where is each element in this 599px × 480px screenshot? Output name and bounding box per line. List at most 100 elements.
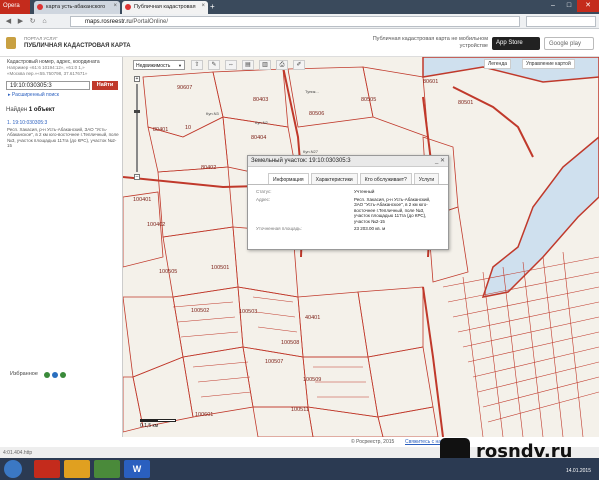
find-button[interactable]: Найти <box>92 81 118 90</box>
emblem-logo[interactable] <box>6 37 16 49</box>
copyright: © Росреестр, 2015 <box>351 439 395 445</box>
tab-close-icon[interactable]: × <box>113 3 117 9</box>
portal-title[interactable]: ПУБЛИЧНАЯ КАДАСТРОВАЯ КАРТА <box>24 43 131 49</box>
parcel-label: 80505 <box>361 97 377 103</box>
extended-search-link[interactable]: ▸ Расширенный поиск <box>8 92 59 98</box>
tab-label: карта усть-абаканского <box>46 4 106 10</box>
parcel-label: 100508 <box>281 340 300 346</box>
info-key: Уточненная площадь: <box>256 226 302 231</box>
url-path: /PortalOnline/ <box>131 19 169 25</box>
search-panel: Кадастровый номер, адрес, координата Нап… <box>0 57 123 437</box>
favorites-label[interactable]: Избранное <box>10 371 38 377</box>
favorites-share-icon[interactable] <box>60 372 66 378</box>
start-button-icon[interactable] <box>4 460 22 478</box>
taskbar-word-icon[interactable]: W <box>124 460 150 478</box>
popup-body: Статус: Учтенный Адрес: Респ. Хакасия, р… <box>248 185 448 245</box>
parcel-label: 80601 <box>423 79 439 85</box>
result-address: Респ. Хакасия, р-н Усть-Абаканский, ЗАО … <box>7 126 119 149</box>
tab-who-serves[interactable]: Кто обслуживает? <box>359 173 412 184</box>
main-roads <box>123 66 444 437</box>
zoom-out-icon[interactable]: – <box>134 174 140 180</box>
taskbar-explorer-icon[interactable] <box>64 460 90 478</box>
popup-controls[interactable]: _ ✕ <box>435 157 445 164</box>
zoom-in-icon[interactable]: + <box>134 76 140 82</box>
map-scale: 0 1,5 км <box>140 419 176 429</box>
legend-button[interactable]: Легенда <box>484 59 512 69</box>
taskbar-opera-icon[interactable] <box>34 460 60 478</box>
popup-title: Земельный участок: 19:10:030305:3 <box>251 158 351 164</box>
cadastral-search-input[interactable]: 19:10:030305:3 <box>6 81 90 90</box>
forward-icon[interactable]: ▶ <box>16 17 25 26</box>
browser-menu-button[interactable]: Opera <box>0 0 30 14</box>
info-row-status: Статус: Учтенный <box>256 189 440 195</box>
taskbar-app-icon[interactable] <box>94 460 120 478</box>
parcel-label: 100501 <box>211 265 230 271</box>
maximize-button[interactable]: □ <box>561 0 577 12</box>
edit-icon[interactable]: ✐ <box>293 60 305 70</box>
road-label: Куп.N27 <box>303 149 318 154</box>
url-field[interactable]: maps.rosreestr.ru/PortalOnline/ <box>70 16 520 27</box>
favorites-add-icon[interactable] <box>44 372 50 378</box>
parcel-info-popup: Земельный участок: 19:10:030305:3 _ ✕ Ин… <box>247 155 449 250</box>
layer-select[interactable]: Недвижимость ▼ <box>133 60 185 70</box>
layers-tool-icon[interactable]: ▤ <box>242 60 254 70</box>
zoom-slider-knob[interactable] <box>134 110 140 113</box>
tab-cadastral-map[interactable]: Публичная кадастровая × <box>122 1 208 14</box>
back-icon[interactable]: ◀ <box>4 17 13 26</box>
windows-taskbar: W 14.01.2015 <box>0 458 599 480</box>
parcel-label: 80401 <box>153 127 169 133</box>
map-management-button[interactable]: Управление картой <box>522 59 575 69</box>
area-tool-icon[interactable]: ▥ <box>259 60 271 70</box>
parcel-label: 90607 <box>177 85 193 91</box>
browser-search-field[interactable] <box>526 16 596 27</box>
tab-search-results[interactable]: карта усть-абаканского × <box>34 1 120 14</box>
parcel-label: 100502 <box>191 308 210 314</box>
popup-tabs: Информация Характеристики Кто обслуживае… <box>248 167 448 185</box>
info-value: 23 203.00 кв. м <box>354 226 386 231</box>
new-tab-button[interactable]: + <box>210 3 220 12</box>
tab-information[interactable]: Информация <box>268 173 309 184</box>
info-value: Учтенный <box>354 189 375 194</box>
measure-tool-icon[interactable]: ⇔ <box>225 60 237 70</box>
parcel-label: 100503 <box>239 309 258 315</box>
road-label: Куп.N3 <box>206 111 219 116</box>
road-label: Куп.N2 <box>255 120 268 125</box>
parcel-label: 100601 <box>195 412 214 418</box>
zoom-control: + – <box>134 76 140 180</box>
site-header: ПОРТАЛ УСЛУГ ПУБЛИЧНАЯ КАДАСТРОВАЯ КАРТА… <box>0 29 599 57</box>
tab-characteristics[interactable]: Характеристики <box>310 173 358 184</box>
parcel-label: 100507 <box>265 359 284 365</box>
reload-icon[interactable]: ↻ <box>28 17 37 26</box>
tab-label: Публичная кадастровая <box>134 4 196 10</box>
parcel-label: 100401 <box>133 197 152 203</box>
search-hint: Кадастровый номер, адрес, координата Нап… <box>7 59 119 77</box>
taskbar-clock: 14.01.2015 <box>565 468 591 474</box>
layer-select-value: Недвижимость <box>136 63 171 69</box>
select-tool-icon[interactable]: ⇧ <box>191 60 203 70</box>
parcel-label: 80403 <box>253 97 269 103</box>
app-store-badge[interactable]: App Store <box>492 37 540 50</box>
parcel-label: 100505 <box>159 269 178 275</box>
info-key: Адрес: <box>256 196 271 202</box>
search-result-item[interactable]: 1. 19:10:030305:3 Респ. Хакасия, р-н Уст… <box>7 120 119 149</box>
zoom-slider[interactable] <box>134 84 140 172</box>
scale-bar <box>140 419 176 422</box>
minimize-button[interactable]: – <box>545 0 561 12</box>
favorites-list-icon[interactable] <box>52 372 58 378</box>
parcel-label: 80501 <box>458 100 474 106</box>
road-line <box>452 86 534 158</box>
tab-close-icon[interactable]: × <box>201 3 205 9</box>
draw-tool-icon[interactable]: ✎ <box>208 60 220 70</box>
window-controls: – □ ✕ <box>545 0 599 12</box>
river-shape <box>422 57 599 298</box>
parcel-label: 80506 <box>309 111 325 117</box>
home-icon[interactable]: ⌂ <box>40 17 49 26</box>
google-play-badge[interactable]: Google play <box>544 37 594 50</box>
print-icon[interactable]: ⎙ <box>276 60 288 70</box>
info-row-area: Уточненная площадь: 23 203.00 кв. м <box>256 226 440 232</box>
close-window-button[interactable]: ✕ <box>577 0 599 12</box>
parcel-label: 10 <box>185 125 192 131</box>
popup-title-bar[interactable]: Земельный участок: 19:10:030305:3 _ ✕ <box>248 156 448 167</box>
browser-tab-bar: Opera карта усть-абаканского × Публичная… <box>0 0 599 14</box>
tab-services[interactable]: Услуги <box>413 173 440 184</box>
